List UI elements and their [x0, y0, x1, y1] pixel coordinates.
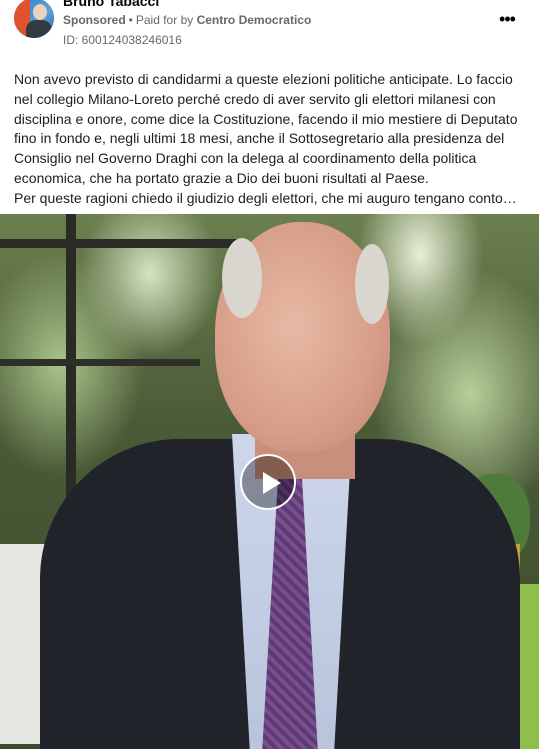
speaker-hair [222, 238, 262, 318]
sponsored-post-card: Bruno Tabacci Sponsored • Paid for by Cent… [0, 0, 539, 749]
payer-name[interactable]: Centro Democratico [197, 13, 312, 27]
sponsored-label: Sponsored [63, 13, 126, 27]
body-paragraph: Non avevo previsto di candidarmi a quest… [14, 71, 518, 186]
post-body-text: Non avevo previsto di candidarmi a quest… [14, 70, 524, 209]
paid-for-prefix: Paid for by [135, 13, 194, 27]
avatar-body [26, 20, 52, 38]
play-icon [263, 472, 281, 494]
body-paragraph: Per queste ragioni chiedo il giudizio de… [14, 189, 517, 206]
video-player[interactable] [0, 214, 539, 749]
post-header: Bruno Tabacci Sponsored • Paid for by Cent… [0, 0, 539, 56]
window-frame [0, 359, 200, 366]
author-name[interactable]: Bruno Tabacci [63, 0, 159, 10]
avatar-face [33, 4, 47, 20]
sponsored-line: Sponsored • Paid for by Centro Democratico [63, 12, 311, 28]
window-frame [0, 239, 240, 248]
separator-dot: • [128, 13, 133, 27]
more-options-icon[interactable]: ••• [497, 10, 517, 28]
author-avatar[interactable] [14, 0, 54, 38]
play-button[interactable] [240, 454, 296, 510]
speaker-hair [355, 244, 389, 324]
ad-id: ID: 600124038246016 [63, 33, 182, 47]
